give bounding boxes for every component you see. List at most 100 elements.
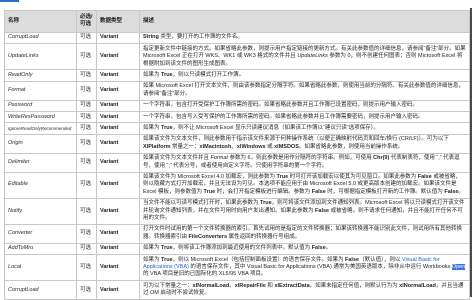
keyword: True (161, 124, 173, 131)
keyword: True (161, 71, 173, 78)
keyword: XlPlatform (143, 143, 171, 150)
description-text: 如果为 (143, 124, 162, 131)
description-text: 一个字符串，包含写入受写保护的工作簿所需的密码。如果省略此参数并且工作簿需要密码… (143, 113, 424, 120)
search-highlight: Open (451, 264, 466, 271)
param-type: Variant (96, 133, 140, 154)
param-row: WriteResPassword 可选 Variant 一个字符串，包含写入受写保护的… (4, 111, 470, 124)
param-name-cell: Local (4, 254, 77, 282)
param-name-cell: Delimiter (4, 152, 77, 173)
table-header-row: 名称 必选/可选 数据类型 描述 (4, 10, 470, 33)
param-type: Variant (96, 223, 140, 244)
param-reference: UpdateLinks (297, 53, 328, 60)
parameters-table: 名称 必选/可选 数据类型 描述 CorruptLoad 可选 Variant Str… (4, 10, 470, 300)
keyword: True (161, 256, 173, 263)
param-name: Format (8, 87, 26, 94)
param-name-cell: UpdateLinks (4, 43, 77, 71)
param-required: 可选 (76, 111, 97, 124)
param-name-cell: ReadOnly (4, 69, 77, 82)
param-description: 如果为 True，则以 Microsoft Excel（包括控制面板设置）的语言… (139, 254, 470, 282)
param-description: 如果为 True，则以只读模式打开工作簿。 (139, 69, 470, 82)
description-text: 。如果未指定任何值，则默认行为为 (309, 282, 400, 289)
param-row: UpdateLinks 可选 Variant 指定更新文件中链接的方式。如果省略此参数… (4, 43, 470, 71)
description-text: 一个字符串，包含打开受保护工作簿所需的密码。如果省略此参数并且工作簿已设置密码，… (143, 102, 419, 109)
param-name: UpdateLinks (8, 53, 39, 60)
param-name: Converter (8, 230, 33, 237)
param-type: Variant (96, 80, 140, 101)
top-blue-marker (0, 0, 19, 2)
param-description: 当文件不能以可读写模式打开时，如果此参数为 True，则可将该文件添加到文件通知… (139, 197, 470, 225)
param-name: Delimiter (8, 158, 30, 165)
param-type: Variant (96, 31, 140, 45)
param-type: Variant (96, 69, 140, 82)
param-required: 可选 (76, 223, 97, 244)
param-name: WriteResPassword (8, 113, 55, 120)
param-row: Delimiter 可选 Variant 如果该文件为文本文件并且 Format 参数… (4, 152, 470, 173)
param-type: Variant (96, 152, 140, 173)
keyword: False (417, 174, 432, 180)
description-text: ，则以 Microsoft Excel（包括控制面板设置）的语言保存文件。如果为 (172, 256, 346, 263)
description-text: 时，可根据指定模板打开新的工作簿。默认值为 (325, 188, 445, 195)
param-name: CorruptLoad (8, 286, 39, 293)
param-description: 如果该文件为 Microsoft Excel 4.0 加载宏，则此参数为 Tru… (139, 171, 470, 199)
param-name-cell: Format (4, 80, 77, 101)
keyword: Chr(9) (373, 155, 390, 162)
param-name-cell: IgnoreReadOnlyRecommended (4, 122, 77, 135)
keyword: xlNormalLoad (192, 282, 230, 289)
param-required: 可选 (76, 99, 97, 113)
param-name: Notify (8, 207, 23, 214)
description-text: 可为以下常量之一： (143, 282, 193, 289)
param-type: Variant (96, 43, 140, 71)
description-text: 如果为 (143, 256, 162, 263)
parameters-table-container: 名称 必选/可选 数据类型 描述 CorruptLoad 可选 Variant Str… (4, 10, 470, 300)
param-type: Variant (96, 171, 140, 199)
keyword: xlRepairFile (234, 282, 266, 289)
param-description: 一个字符串，包含写入受写保护的工作簿所需的密码。如果省略此参数并且工作簿需要密码… (139, 111, 470, 124)
description-text: 时，会打开指定模板进行编辑。参数为 (215, 188, 312, 195)
param-description: String 类型，要打开的工作簿的文件名。 (139, 31, 470, 45)
param-name-cell: WriteResPassword (4, 111, 77, 124)
param-name-cell: Notify (4, 197, 77, 225)
description-text: ，则不让 Microsoft Excel 显示只读建议消息（如果该工作簿以“建议… (172, 124, 379, 131)
keyword: True (276, 174, 289, 180)
param-type: Variant (96, 99, 140, 113)
keyword: String (143, 34, 159, 41)
param-required: 可选 (76, 69, 97, 82)
keyword: False (345, 256, 360, 263)
param-description: 一个字符串，包含打开受保护工作簿所需的密码。如果省略此参数并且工作簿已设置密码，… (139, 99, 470, 113)
param-name-cell: Converter (4, 223, 77, 244)
param-name: ReadOnly (8, 71, 33, 78)
param-type: Variant (96, 122, 140, 135)
description-text: 。 (458, 188, 464, 195)
keyword: True (203, 188, 216, 195)
description-text: （默认值），则以 (359, 256, 402, 263)
param-row: AddToMru 可选 Variant 如果为 True，则将该工作簿添加到最近使用的… (4, 242, 470, 256)
description-text: 如果该文件为文本文件，则此参数用于指示该文件来源于何种操作系统（以便正确映射代码… (143, 136, 449, 143)
param-name-cell: Origin (4, 133, 77, 154)
panel-right-border (470, 8, 472, 297)
param-row: Editable 可选 Variant 如果该文件为 Microsoft Excel … (4, 171, 470, 199)
param-description: 如果该文件为文本文件并且 Format 参数为 6，则此参数是用作分隔符的字符串… (139, 152, 470, 173)
param-required: 可选 (76, 122, 97, 135)
param-type: Variant (96, 197, 140, 225)
param-row: Password 可选 Variant 一个字符串，包含打开受保护工作簿所需的密码。如… (4, 99, 470, 113)
description-text: 的 VBA 项目是旧的已国际化的 XL5/95 VBA 项目。 (143, 271, 267, 278)
description-text: 类型，要打开的工作簿的文件名。 (158, 34, 243, 41)
param-row: Origin 可选 Variant 如果该文件为文本文件，则此参数用于指示该文件来源于… (4, 133, 470, 154)
description-text: 如果该文件为文本文件并且 (143, 155, 211, 162)
keyword: xlMSDOS (274, 143, 299, 150)
description-text: 。 (325, 245, 332, 252)
keyword: FileConverters (188, 233, 228, 240)
param-row: ReadOnly 可选 Variant 如果为 True，则以只读模式打开工作簿。 (4, 69, 470, 82)
header-description: 描述 (139, 10, 470, 33)
param-name-cell: CorruptLoad (4, 31, 77, 45)
header-required: 必选/可选 (76, 10, 97, 33)
keyword: False (311, 245, 326, 252)
param-required: 可选 (76, 133, 97, 154)
description-text: 参数为 6，则此参数是用作分隔符的字符串。例如，可使用 (227, 155, 374, 162)
param-required: 可选 (76, 152, 97, 173)
param-type: Variant (96, 242, 140, 256)
description-text: 如果为 (143, 245, 162, 252)
description-text: ，则以只读模式打开工作簿。 (172, 71, 245, 78)
keyword: True (161, 245, 173, 252)
header-name: 名称 (4, 10, 77, 33)
